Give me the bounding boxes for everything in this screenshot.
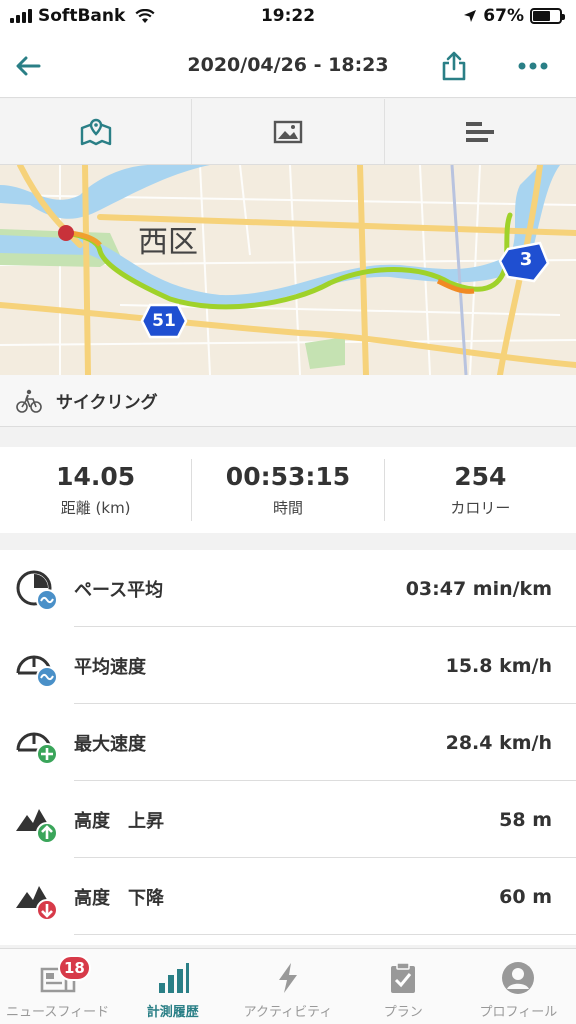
- summary-calories: 254 カロリー: [385, 459, 576, 521]
- page-title: 2020/04/26 - 18:23: [187, 54, 389, 76]
- tab-label: アクティビティ: [243, 1005, 333, 1020]
- route-shield-51-label: 51: [152, 311, 176, 331]
- status-bar: SoftBank 19:22 67%: [0, 0, 576, 34]
- tab-map[interactable]: [0, 99, 193, 164]
- detail-tabs: [0, 99, 576, 165]
- stat-value: 03:47 min/km: [405, 577, 552, 600]
- map-canvas: [0, 165, 576, 375]
- activity-type: サイクリング: [0, 375, 576, 427]
- tab-label: 計測履歴: [146, 1005, 199, 1020]
- history-icon: [158, 963, 189, 993]
- stat-value: 28.4 km/h: [445, 731, 552, 754]
- stat-row-max-speed: 最大速度 28.4 km/h: [0, 704, 576, 781]
- stat-label: 最大速度: [74, 733, 146, 755]
- summary-distance: 14.05 距離 (km): [0, 459, 193, 521]
- battery-percent: 67%: [483, 6, 524, 26]
- tab-activity[interactable]: アクティビティ: [230, 949, 345, 1024]
- activity-icon: [279, 963, 297, 993]
- speed-max-icon: [16, 732, 58, 765]
- share-button[interactable]: [434, 46, 474, 86]
- tab-label: プロフィール: [479, 1005, 558, 1020]
- bottom-tab-bar: 18 ニュースフィード 計測履歴 アクティビティ プラン プロフィール: [0, 948, 576, 1024]
- tab-label: プラン: [383, 1005, 423, 1020]
- pace-average-icon: [16, 570, 58, 611]
- summary-panel: 14.05 距離 (km) 00:53:15 時間 254 カロリー: [0, 447, 576, 533]
- battery-icon: [530, 8, 565, 24]
- photo-icon: [273, 120, 303, 143]
- route-map[interactable]: 西区 51 3: [0, 165, 576, 375]
- tab-label: ニュースフィード: [6, 1005, 110, 1020]
- stat-row-pace: ペース平均 03:47 min/km: [0, 550, 576, 627]
- divider: [74, 934, 576, 935]
- summary-duration: 00:53:15 時間: [192, 459, 385, 521]
- stat-row-avg-speed: 平均速度 15.8 km/h: [0, 627, 576, 704]
- plan-icon: [391, 962, 416, 993]
- elevation-down-icon: [16, 886, 58, 921]
- distance-label: 距離 (km): [60, 499, 131, 517]
- duration-label: 時間: [272, 499, 303, 517]
- route-shield-3-label: 3: [519, 249, 533, 270]
- distance-value: 14.05: [56, 462, 136, 491]
- calories-label: カロリー: [450, 499, 511, 517]
- stat-row-elevation-down: 高度 下降 60 m: [0, 858, 576, 935]
- speed-average-icon: [16, 655, 58, 688]
- more-dots-icon: [518, 62, 548, 70]
- tab-profile[interactable]: プロフィール: [461, 949, 576, 1024]
- tab-newsfeed[interactable]: 18 ニュースフィード: [0, 949, 115, 1024]
- calories-value: 254: [454, 462, 507, 491]
- stat-row-elevation-up: 高度 上昇 58 m: [0, 781, 576, 858]
- elevation-up-icon: [16, 809, 58, 844]
- tab-history[interactable]: 計測履歴: [115, 949, 230, 1024]
- tab-photos[interactable]: [192, 99, 385, 164]
- map-icon: [80, 118, 111, 145]
- activity-label: サイクリング: [56, 393, 158, 413]
- map-district-label: 西区: [138, 225, 198, 260]
- stat-label: 高度 上昇: [74, 810, 164, 832]
- tab-stats[interactable]: [385, 99, 576, 164]
- more-button[interactable]: [510, 48, 556, 84]
- location-arrow-icon: [464, 10, 477, 22]
- stat-label: ペース平均: [74, 579, 164, 601]
- stat-label: 平均速度: [74, 656, 146, 678]
- bar-chart-icon: [466, 121, 495, 142]
- tab-plan[interactable]: プラン: [346, 949, 461, 1024]
- notification-badge: 18: [58, 955, 91, 981]
- share-icon: [442, 51, 466, 81]
- nav-header: 2020/04/26 - 18:23: [0, 34, 576, 98]
- stat-value: 15.8 km/h: [445, 654, 552, 677]
- stats-list: ペース平均 03:47 min/km 平均速度 15.8 km/h 最大速度 2…: [0, 550, 576, 945]
- stat-label: 高度 下降: [74, 887, 164, 909]
- stat-value: 60 m: [499, 885, 552, 908]
- cyclist-icon: [16, 389, 42, 413]
- profile-icon: [502, 962, 535, 994]
- stat-value: 58 m: [499, 808, 552, 831]
- duration-value: 00:53:15: [225, 462, 351, 491]
